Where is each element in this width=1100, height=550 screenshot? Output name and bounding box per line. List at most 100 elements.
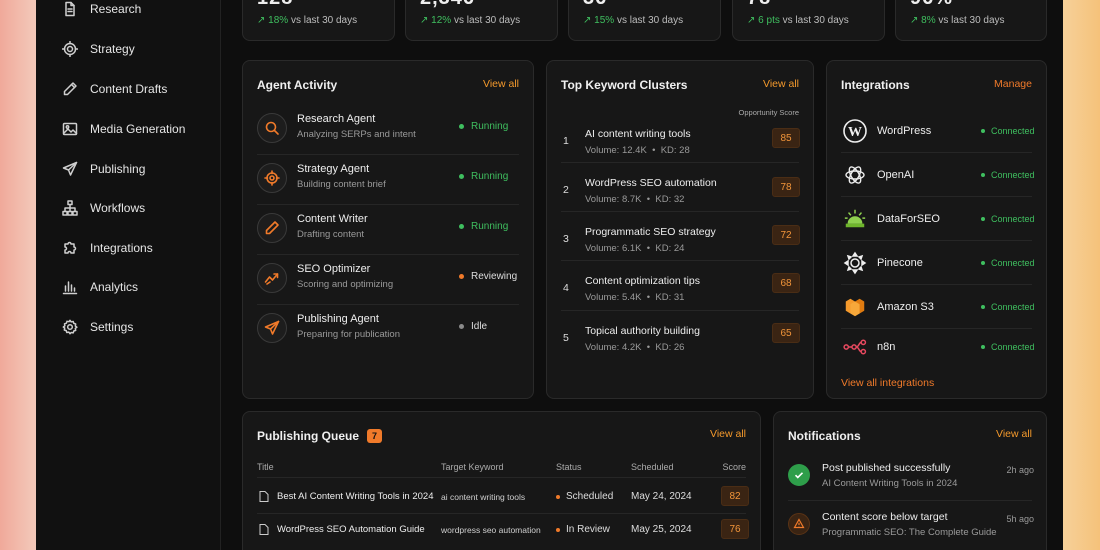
integration-row[interactable]: OpenAI Connected [841, 153, 1035, 197]
list-item[interactable]: 5 Topical authority building Volume: 4.2… [561, 312, 801, 360]
view-all-link[interactable]: View all [996, 428, 1032, 440]
agent-name: SEO Optimizer [297, 263, 371, 275]
agent-row[interactable]: SEO Optimizer Scoring and optimizing Rev… [257, 255, 521, 305]
agent-task: Analyzing SERPs and intent [297, 129, 416, 140]
integration-row[interactable]: Pinecone Connected [841, 241, 1035, 285]
table-row[interactable]: Best AI Content Writing Tools in 2024 ai… [257, 480, 751, 513]
card-title: Agent Activity [257, 78, 338, 92]
integration-name: n8n [877, 341, 896, 353]
integrations-card: Integrations Manage W WordPress Connecte… [826, 60, 1047, 399]
sidebar-item-settings[interactable]: Settings [62, 316, 133, 338]
sidebar-item-research[interactable]: Research [62, 0, 141, 20]
row-date: May 24, 2024 [631, 491, 692, 502]
send-icon [257, 313, 287, 343]
card-title: Top Keyword Clusters [561, 78, 688, 92]
score-badge: 72 [772, 225, 800, 245]
integration-row[interactable]: Amazon S3 Connected [841, 285, 1035, 329]
openai-icon [843, 163, 867, 187]
sidebar-item-label: Media Generation [90, 122, 186, 136]
stat-value: 78 [747, 0, 771, 10]
status-badge: Reviewing [459, 271, 517, 282]
stat-change: ↗ 12% vs last 30 days [420, 15, 521, 26]
document-icon [62, 1, 78, 17]
agent-row[interactable]: Publishing Agent Preparing for publicati… [257, 305, 521, 355]
list-item[interactable]: 3 Programmatic SEO strategy Volume: 6.1K… [561, 213, 801, 261]
svg-text:W: W [848, 125, 862, 140]
notification-time: 5h ago [1006, 514, 1034, 524]
workflow-icon [62, 200, 78, 216]
column-header: Score [722, 462, 746, 472]
notification-item[interactable]: Content score below target Programmatic … [788, 508, 1034, 550]
rank: 4 [563, 282, 569, 294]
notification-item[interactable]: Post published successfully AI Content W… [788, 459, 1034, 509]
integration-name: OpenAI [877, 169, 915, 181]
view-all-link[interactable]: View all [710, 428, 746, 440]
integration-row[interactable]: n8n Connected [841, 325, 1035, 369]
row-keyword: wordpress seo automation [441, 525, 541, 535]
view-all-link[interactable]: View all [483, 78, 519, 90]
integration-row[interactable]: W WordPress Connected [841, 109, 1035, 153]
agent-task: Drafting content [297, 229, 365, 240]
stat-value: 36 [583, 0, 607, 10]
sidebar-item-publishing[interactable]: Publishing [62, 158, 145, 180]
rank: 3 [563, 233, 569, 245]
pinecone-icon [843, 251, 867, 275]
manage-link[interactable]: Manage [994, 78, 1032, 90]
sidebar-item-workflows[interactable]: Workflows [62, 197, 145, 219]
n8n-icon [843, 335, 867, 359]
status-badge: Connected [981, 342, 1035, 352]
stat-change: ↗ 18% vs last 30 days [257, 15, 358, 26]
integration-name: Amazon S3 [877, 301, 934, 313]
status-badge: Running [459, 121, 508, 132]
stat-value: 2,346 [420, 0, 475, 10]
agent-task: Scoring and optimizing [297, 279, 394, 290]
score-badge: 85 [772, 128, 800, 148]
column-header: Target Keyword [441, 462, 504, 472]
warning-icon [788, 513, 810, 535]
sidebar-item-label: Settings [90, 320, 134, 334]
rank: 1 [563, 135, 569, 147]
keyword-meta: Volume: 8.7K • KD: 32 [585, 194, 685, 205]
column-header: Scheduled [631, 462, 674, 472]
list-item[interactable]: 4 Content optimization tips Volume: 5.4K… [561, 262, 801, 310]
status-badge: Connected [981, 126, 1035, 136]
publishing-queue-card: Publishing Queue 7 View all Title Target… [242, 411, 761, 550]
notifications-card: Notifications View all Post published su… [773, 411, 1047, 550]
sidebar-item-media-generation[interactable]: Media Generation [62, 118, 185, 140]
integration-row[interactable]: DataForSEO Connected [841, 197, 1035, 241]
view-all-integrations-link[interactable]: View all integrations [841, 377, 934, 389]
view-all-link[interactable]: View all [763, 78, 799, 90]
sidebar-item-label: Workflows [90, 201, 146, 215]
agent-row[interactable]: Research Agent Analyzing SERPs and inten… [257, 105, 521, 155]
keyword-meta: Volume: 5.4K • KD: 31 [585, 292, 685, 303]
document-icon [259, 524, 269, 535]
stat-card: 128 ↗ 18% vs last 30 days [242, 0, 395, 41]
sidebar-item-strategy[interactable]: Strategy [62, 38, 135, 60]
sidebar-item-integrations[interactable]: Integrations [62, 237, 153, 259]
table-row[interactable]: WordPress SEO Automation Guide wordpress… [257, 513, 751, 546]
sidebar-item-analytics[interactable]: Analytics [62, 276, 138, 298]
status-badge: Running [459, 171, 508, 182]
integration-name: DataForSEO [877, 213, 940, 225]
agent-name: Research Agent [297, 113, 376, 125]
send-icon [62, 161, 78, 177]
list-item[interactable]: 2 WordPress SEO automation Volume: 8.7K … [561, 164, 801, 212]
puzzle-icon [62, 240, 78, 256]
sidebar-item-content-drafts[interactable]: Content Drafts [62, 78, 167, 100]
keyword-name: Topical authority building [585, 325, 700, 337]
card-title: Integrations [841, 78, 910, 92]
stat-change: ↗ 15% vs last 30 days [583, 15, 684, 26]
bar-chart-icon [62, 279, 78, 295]
agent-row[interactable]: Content Writer Drafting content Running [257, 205, 521, 255]
score-badge: 78 [772, 177, 800, 197]
status-badge: In Review [556, 524, 610, 535]
sidebar-item-label: Publishing [90, 162, 146, 176]
integration-name: Pinecone [877, 257, 923, 269]
row-keyword: ai content writing tools [441, 492, 526, 502]
keyword-name: Programmatic SEO strategy [585, 226, 716, 238]
list-item[interactable]: 1 AI content writing tools Volume: 12.4K… [561, 115, 801, 163]
agent-task: Building content brief [297, 179, 386, 190]
sidebar-item-label: Analytics [90, 280, 139, 294]
stat-value: 128 [257, 0, 293, 10]
agent-row[interactable]: Strategy Agent Building content brief Ru… [257, 155, 521, 205]
